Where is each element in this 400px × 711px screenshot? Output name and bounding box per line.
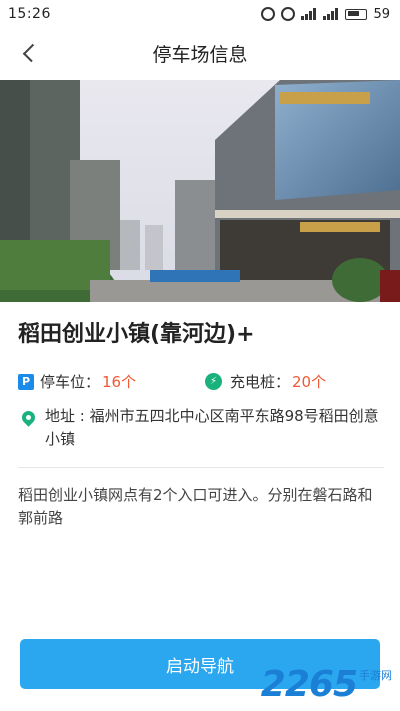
nav-bar: 停车场信息 [0,28,400,78]
alarm-icon [281,7,296,21]
parking-count: 16个 [102,373,137,391]
charger-count: 20个 [292,373,327,391]
parking-spaces-row: P 停车位： 16个 [18,371,136,392]
address-row: 地址 : 福州市五四北中心区南平东路98号稻田创意小镇 [18,405,386,451]
entrance-description: 稻田创业小镇网点有2个入口可进入。分别在磐石路和郭前路 [18,486,373,527]
watermark-logo: 2265 手游网 [261,667,392,703]
parking-label: 停车位： [40,373,101,391]
parking-lot-photo-illustration [0,80,400,302]
charger-row: ⚡ 充电桩： 20个 [205,371,326,392]
page-title: 停车场信息 [152,43,248,66]
watermark-number: 2265 [260,664,358,705]
status-icons: 59 [261,7,390,22]
status-bar: 15:26 59 [0,0,400,28]
address-text: 地址 : 福州市五四北中心区南平东路98号稻田创意小镇 [45,407,379,448]
parking-lot-name: 稻田创业小镇(靠河边)+ [18,322,255,347]
sync-icon [261,7,276,21]
charger-label: 充电桩： [230,373,291,391]
divider [18,467,384,468]
parking-icon: P [18,373,34,390]
signal-icon [301,8,317,20]
signal-icon-2 [323,8,339,20]
watermark-text: 手游网 [359,669,392,682]
status-time: 15:26 [8,6,51,22]
plug-icon: ⚡ [205,373,222,390]
parking-lot-photo [0,80,400,302]
location-pin-icon [19,408,38,427]
back-icon[interactable] [20,42,38,64]
battery-level: 59 [373,6,390,22]
battery-icon [345,8,368,20]
